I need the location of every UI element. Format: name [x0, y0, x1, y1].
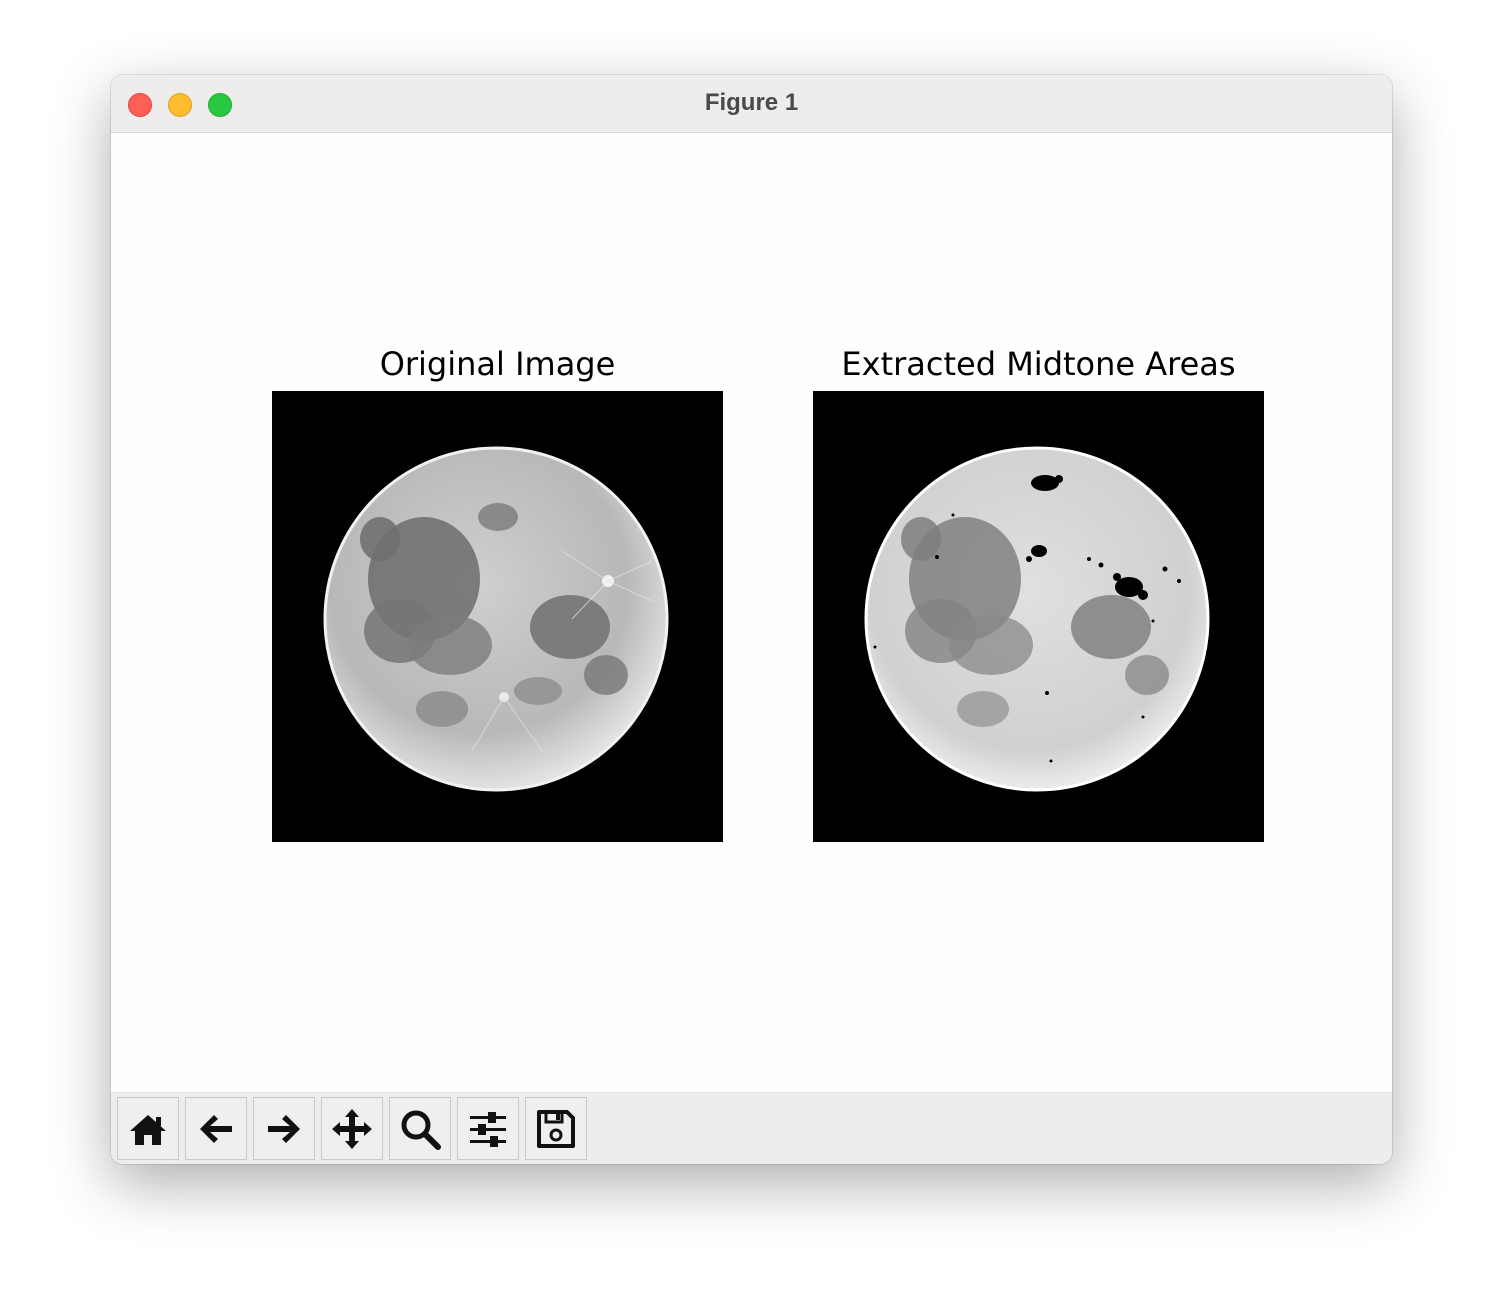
window-title: Figure 1: [704, 89, 799, 116]
zoom-button[interactable]: [389, 1097, 451, 1160]
back-button[interactable]: [185, 1097, 247, 1160]
pan-button[interactable]: [321, 1097, 383, 1160]
sliders-icon: [470, 1111, 506, 1147]
axes-title-original: Original Image: [379, 345, 616, 383]
save-button[interactable]: [525, 1097, 587, 1160]
home-icon: [130, 1114, 166, 1145]
search-icon: [401, 1110, 441, 1150]
floppy-disk-icon: [537, 1109, 575, 1148]
figure-window: Figure 1 Original Image Extracted Midton…: [111, 75, 1392, 1164]
figure-canvas[interactable]: Original Image Extracted Midtone Areas: [111, 133, 1392, 1092]
arrow-right-icon: [268, 1114, 300, 1143]
configure-subplots-button[interactable]: [457, 1097, 519, 1160]
home-button[interactable]: [117, 1097, 179, 1160]
moon-original: [323, 446, 669, 792]
original-image: [272, 391, 723, 842]
move-icon: [332, 1108, 372, 1149]
navigation-toolbar: [111, 1092, 1392, 1164]
midtone-image: [813, 391, 1264, 842]
forward-button[interactable]: [253, 1097, 315, 1160]
title-bar[interactable]: Figure 1: [111, 75, 1392, 133]
arrow-left-icon: [200, 1114, 232, 1143]
axes-title-midtone: Extracted Midtone Areas: [841, 345, 1236, 383]
moon-midtone: [864, 446, 1210, 792]
